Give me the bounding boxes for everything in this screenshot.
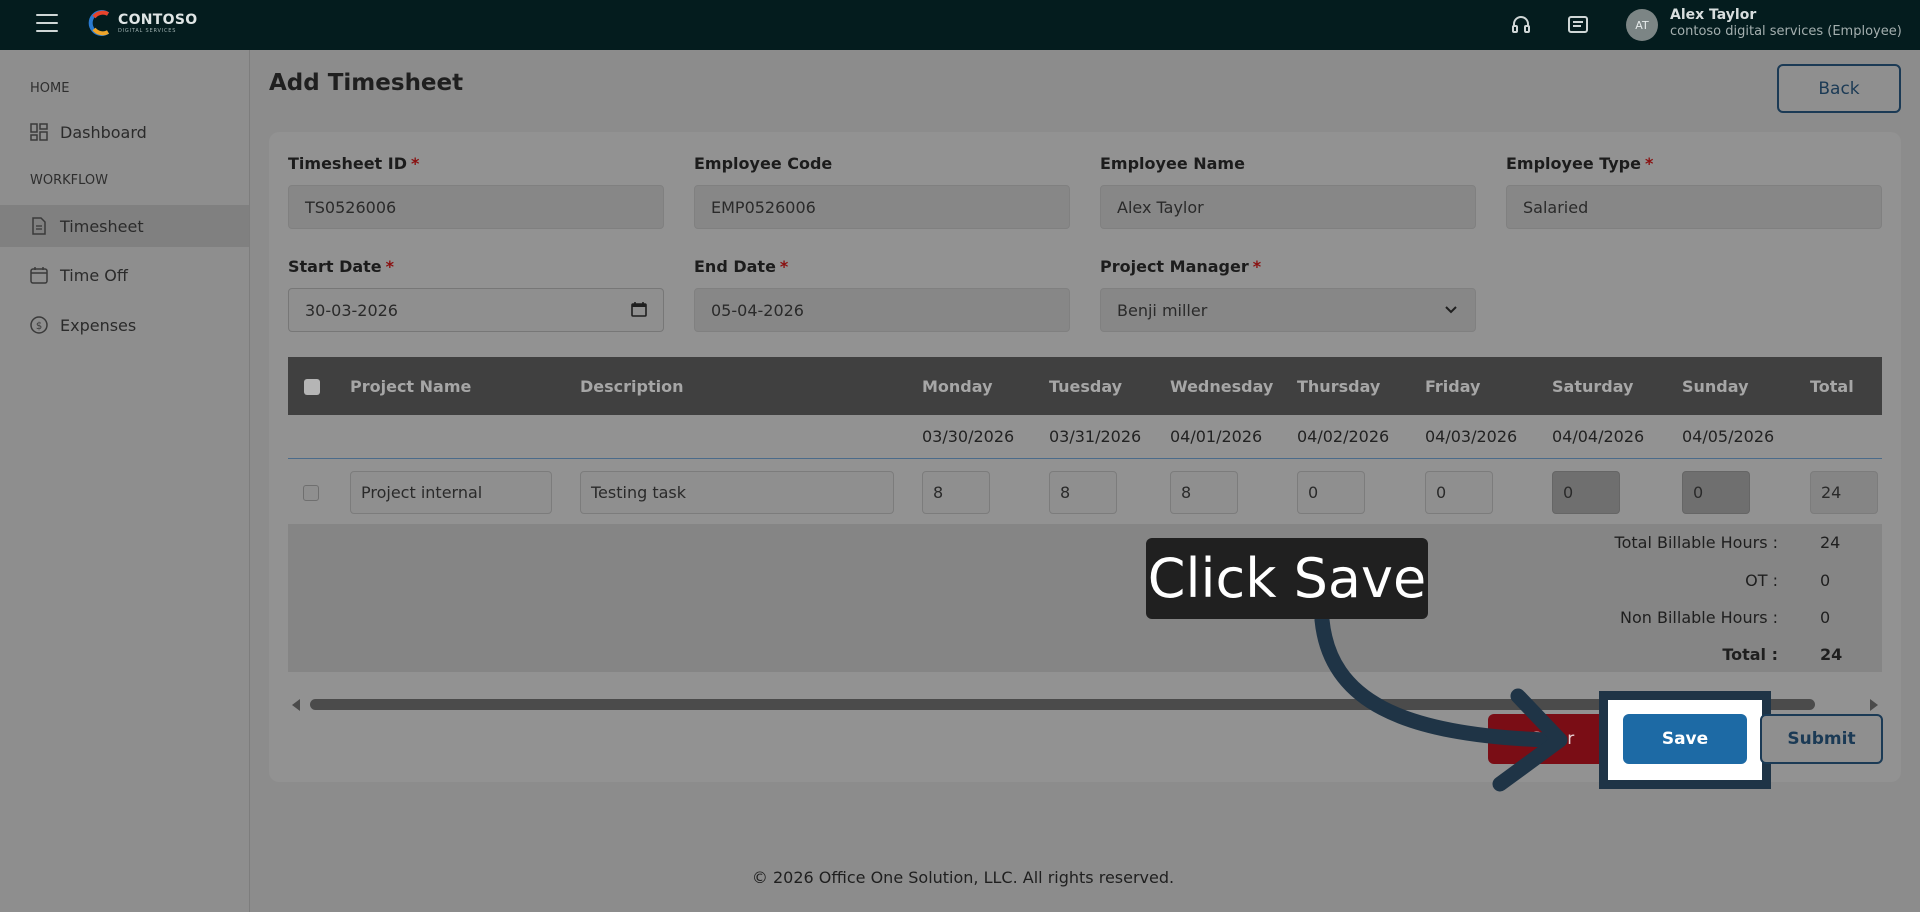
sidebar-item-dashboard[interactable]: Dashboard bbox=[0, 111, 249, 153]
row-total-value: 24 bbox=[1810, 471, 1878, 514]
sidebar-section-home: HOME bbox=[30, 81, 70, 96]
save-highlight-frame bbox=[1599, 691, 1771, 789]
billable-hours-label: Total Billable Hours : bbox=[1614, 533, 1778, 552]
sidebar: HOME Dashboard WORKFLOW Timesheet Time O… bbox=[0, 50, 250, 912]
sidebar-item-expenses[interactable]: $ Expenses bbox=[0, 304, 249, 346]
end-date-field[interactable]: 05-04-2026 bbox=[694, 288, 1070, 332]
table-row: Project internal Testing task 8 8 8 0 0 … bbox=[288, 460, 1882, 524]
monday-hours-input[interactable]: 8 bbox=[922, 471, 990, 514]
project-name-input[interactable]: Project internal bbox=[350, 471, 552, 514]
headset-icon[interactable] bbox=[1509, 13, 1533, 37]
calendar-icon[interactable] bbox=[631, 301, 647, 321]
project-manager-value: Benji miller bbox=[1117, 300, 1208, 320]
message-icon[interactable] bbox=[1566, 13, 1590, 37]
saturday-hours-input[interactable]: 0 bbox=[1552, 471, 1620, 514]
date-monday: 03/30/2026 bbox=[922, 427, 1015, 446]
date-saturday: 04/04/2026 bbox=[1552, 427, 1645, 446]
timesheet-id-field[interactable]: TS0526006 bbox=[288, 185, 664, 229]
sunday-hours-input[interactable]: 0 bbox=[1682, 471, 1750, 514]
non-billable-hours-label: Non Billable Hours : bbox=[1620, 608, 1778, 627]
user-name[interactable]: Alex Taylor bbox=[1670, 7, 1756, 23]
dollar-icon: $ bbox=[30, 316, 48, 334]
submit-button[interactable]: Submit bbox=[1760, 714, 1883, 764]
document-icon bbox=[32, 217, 46, 235]
column-tuesday: Tuesday bbox=[1049, 377, 1123, 396]
footer-copyright: © 2026 Office One Solution, LLC. All rig… bbox=[751, 868, 1175, 887]
guide-callout: Click Save bbox=[1146, 538, 1428, 619]
brand-name: CONTOSO bbox=[118, 11, 198, 28]
ot-value: 0 bbox=[1820, 571, 1831, 590]
column-description: Description bbox=[580, 377, 684, 396]
brand-logo[interactable]: CONTOSO DIGITAL SERVICES bbox=[88, 9, 197, 37]
row-checkbox[interactable] bbox=[303, 485, 319, 501]
page-title: Add Timesheet bbox=[269, 70, 464, 96]
sidebar-item-timesheet[interactable]: Timesheet bbox=[0, 205, 249, 247]
billable-hours-value: 24 bbox=[1820, 533, 1841, 552]
sidebar-item-label: Expenses bbox=[60, 315, 137, 335]
svg-text:$: $ bbox=[36, 321, 42, 332]
thursday-hours-input[interactable]: 0 bbox=[1297, 471, 1365, 514]
employee-code-label: Employee Code bbox=[694, 154, 833, 173]
column-saturday: Saturday bbox=[1552, 377, 1634, 396]
user-organization: contoso digital services (Employee) bbox=[1670, 24, 1902, 39]
employee-type-field[interactable]: Salaried bbox=[1506, 185, 1882, 229]
project-manager-label: Project Manager * bbox=[1100, 257, 1262, 276]
column-wednesday: Wednesday bbox=[1170, 377, 1274, 396]
employee-name-label: Employee Name bbox=[1100, 154, 1245, 173]
date-thursday: 04/02/2026 bbox=[1297, 427, 1390, 446]
column-friday: Friday bbox=[1425, 377, 1481, 396]
ot-label: OT : bbox=[1745, 571, 1778, 590]
employee-name-field[interactable]: Alex Taylor bbox=[1100, 185, 1476, 229]
friday-hours-input[interactable]: 0 bbox=[1425, 471, 1493, 514]
column-total: Total bbox=[1810, 377, 1854, 396]
column-monday: Monday bbox=[922, 377, 993, 396]
tuesday-hours-input[interactable]: 8 bbox=[1049, 471, 1117, 514]
start-date-label: Start Date * bbox=[288, 257, 395, 276]
start-date-field[interactable]: 30-03-2026 bbox=[288, 288, 664, 332]
brand-subtitle: DIGITAL SERVICES bbox=[118, 27, 177, 34]
total-hours-label: Total : bbox=[1722, 645, 1778, 664]
scroll-left-icon[interactable] bbox=[292, 699, 300, 711]
date-tuesday: 03/31/2026 bbox=[1049, 427, 1142, 446]
project-manager-select[interactable]: Benji miller bbox=[1100, 288, 1476, 332]
dashboard-icon bbox=[30, 123, 48, 141]
logo-mark-icon bbox=[88, 9, 114, 37]
non-billable-hours-value: 0 bbox=[1820, 608, 1831, 627]
top-bar: CONTOSO DIGITAL SERVICES AT Alex Taylor … bbox=[0, 0, 1920, 50]
end-date-label: End Date * bbox=[694, 257, 789, 276]
select-all-checkbox[interactable] bbox=[304, 379, 320, 395]
back-button[interactable]: Back bbox=[1777, 64, 1901, 113]
date-wednesday: 04/01/2026 bbox=[1170, 427, 1263, 446]
timesheet-grid-header: Project Name Description Monday Tuesday … bbox=[288, 357, 1882, 415]
hours-summary: Total Billable Hours : 24 OT : 0 Non Bil… bbox=[288, 524, 1882, 672]
scrollbar-thumb[interactable] bbox=[310, 699, 1815, 710]
column-thursday: Thursday bbox=[1297, 377, 1381, 396]
avatar[interactable]: AT bbox=[1626, 9, 1658, 41]
total-hours-value: 24 bbox=[1820, 645, 1843, 664]
sidebar-item-label: Timesheet bbox=[60, 216, 144, 236]
chevron-down-icon bbox=[1443, 301, 1459, 321]
employee-code-field[interactable]: EMP0526006 bbox=[694, 185, 1070, 229]
menu-icon[interactable] bbox=[36, 14, 58, 34]
sidebar-section-workflow: WORKFLOW bbox=[30, 173, 108, 188]
employee-type-label: Employee Type * bbox=[1506, 154, 1654, 173]
wednesday-hours-input[interactable]: 8 bbox=[1170, 471, 1238, 514]
start-date-value: 30-03-2026 bbox=[305, 300, 398, 320]
description-input[interactable]: Testing task bbox=[580, 471, 894, 514]
scroll-right-icon[interactable] bbox=[1870, 699, 1878, 711]
sidebar-item-time-off[interactable]: Time Off bbox=[0, 254, 249, 296]
timesheet-id-label: Timesheet ID * bbox=[288, 154, 420, 173]
clear-button[interactable]: Clear bbox=[1488, 714, 1616, 764]
sidebar-item-label: Dashboard bbox=[60, 122, 147, 142]
date-friday: 04/03/2026 bbox=[1425, 427, 1518, 446]
date-sunday: 04/05/2026 bbox=[1682, 427, 1775, 446]
column-project-name: Project Name bbox=[350, 377, 472, 396]
sidebar-item-label: Time Off bbox=[60, 265, 128, 285]
calendar-icon bbox=[30, 267, 48, 284]
column-sunday: Sunday bbox=[1682, 377, 1749, 396]
date-row: 03/30/2026 03/31/2026 04/01/2026 04/02/2… bbox=[288, 415, 1882, 459]
